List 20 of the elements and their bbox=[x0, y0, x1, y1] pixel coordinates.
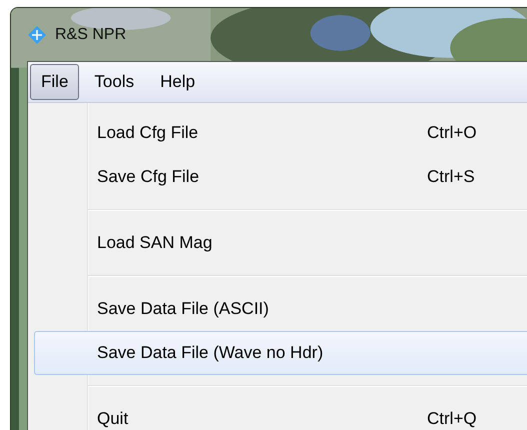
menu-item[interactable]: Load SAN Mag bbox=[34, 221, 527, 265]
menu-item[interactable]: Quit Ctrl+Q bbox=[34, 397, 527, 430]
menu-bar-item[interactable]: Help bbox=[149, 64, 206, 100]
shortcut-label: Ctrl+O bbox=[427, 123, 478, 143]
menu-item[interactable]: Load Cfg File Ctrl+O bbox=[34, 111, 527, 155]
menu-item[interactable]: Save Data File (Wave no Hdr) bbox=[34, 331, 527, 375]
menu-item-label: Save Cfg File bbox=[97, 167, 200, 187]
menu-item-label: Load SAN Mag bbox=[97, 233, 212, 253]
menu-item-label: Save Data File (ASCII) bbox=[97, 299, 269, 319]
app-icon bbox=[27, 24, 47, 44]
menu-item-label: Save Data File (Wave no Hdr) bbox=[97, 343, 324, 363]
menu-bar-item[interactable]: File bbox=[30, 64, 80, 100]
menu-bar-item[interactable]: Tools bbox=[83, 64, 146, 100]
menu-item[interactable]: Save Data File (ASCII) bbox=[34, 287, 527, 331]
window-title: R&S NPR bbox=[55, 26, 126, 44]
shortcut-label: Ctrl+S bbox=[427, 167, 476, 187]
menu-item[interactable]: Save Cfg File Ctrl+S bbox=[34, 155, 527, 199]
menu-item-label: Load Cfg File bbox=[97, 123, 198, 143]
menu-item-label: Quit bbox=[97, 409, 128, 429]
shortcut-label: Ctrl+Q bbox=[427, 409, 478, 429]
